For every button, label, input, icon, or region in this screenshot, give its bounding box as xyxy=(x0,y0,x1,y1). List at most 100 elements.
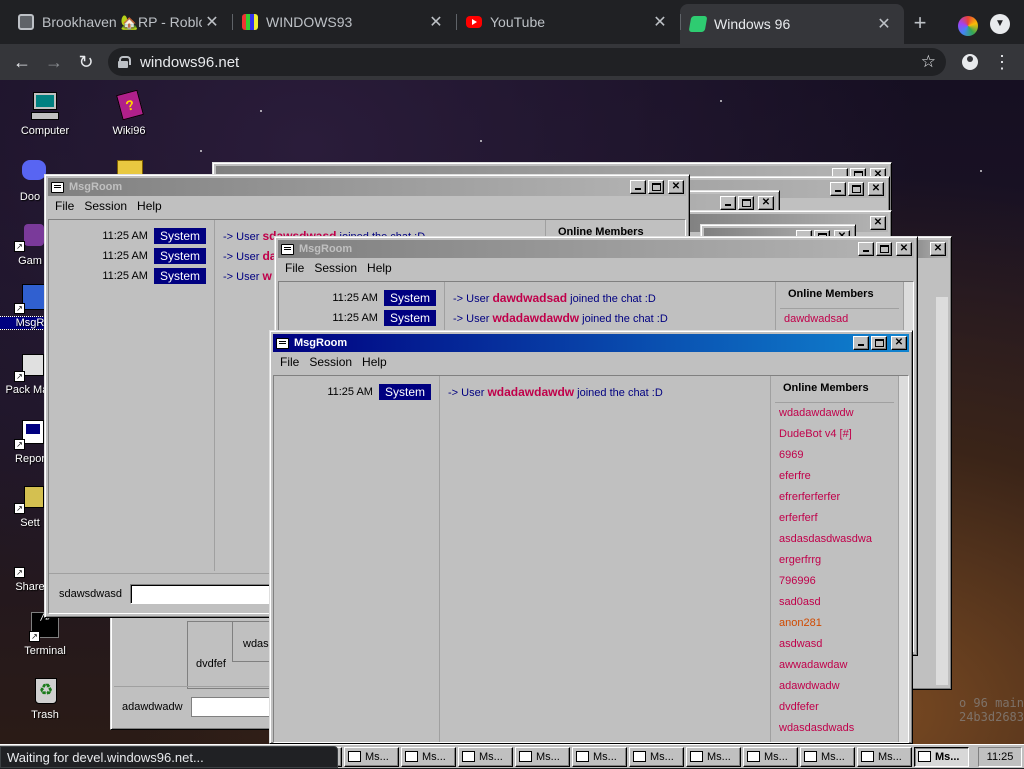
minimize-icon[interactable] xyxy=(630,180,646,194)
close-icon[interactable]: ✕ xyxy=(868,182,884,196)
timestamp-column: 11:25 AM System 11:25 AM System 11:25 AM Sy… xyxy=(49,220,215,571)
taskbar-item-msgroom[interactable]: Ms... xyxy=(572,746,627,767)
computer-icon xyxy=(29,90,61,122)
kebab-menu-icon[interactable]: ⋮ xyxy=(986,46,1018,78)
close-icon[interactable]: ✕ xyxy=(870,216,886,230)
member-item[interactable]: eferfre xyxy=(771,466,898,487)
address-bar[interactable]: windows96.net ☆ xyxy=(108,48,946,76)
message-text: -> User wdadawdawdw joined the chat :D xyxy=(453,311,668,325)
forward-arrow-icon[interactable]: → xyxy=(38,46,70,78)
profile-icon[interactable] xyxy=(954,46,986,78)
taskbar-item-msgroom[interactable]: Ms... xyxy=(686,746,741,767)
star-dot xyxy=(200,150,202,152)
member-item[interactable]: asdwasd xyxy=(771,634,898,655)
reload-icon[interactable]: ↻ xyxy=(70,46,102,78)
menu-file[interactable]: File xyxy=(50,199,79,213)
menu-session[interactable]: Session xyxy=(79,199,132,213)
star-dot xyxy=(720,100,722,102)
minimize-icon[interactable] xyxy=(830,182,846,196)
message-meta: 11:25 AM System xyxy=(49,266,214,286)
member-item[interactable]: asdasdasdwasdwa xyxy=(771,529,898,550)
scrollbar[interactable] xyxy=(936,297,948,685)
desktop-icon-computer[interactable]: Computer xyxy=(10,90,80,137)
roblox-icon xyxy=(18,14,34,30)
taskbar-item-msgroom[interactable]: Ms... xyxy=(629,746,684,767)
taskbar-item-msgroom[interactable]: Ms... xyxy=(344,746,399,767)
tab-youtube[interactable]: YouTube ✕ xyxy=(456,4,680,40)
window-titlebar[interactable]: MsgRoom ✕ xyxy=(278,240,914,258)
chat-bubble-icon xyxy=(861,751,874,762)
close-icon[interactable]: ✕ xyxy=(426,12,446,32)
scrollbar[interactable] xyxy=(898,376,908,742)
member-item[interactable]: 796996 xyxy=(771,571,898,592)
chat-bubble-icon xyxy=(348,751,361,762)
member-item[interactable]: sad0asd xyxy=(771,592,898,613)
discord-icon xyxy=(14,156,46,188)
menu-help[interactable]: Help xyxy=(362,261,397,275)
member-item[interactable]: anon281 xyxy=(771,613,898,634)
star-dot xyxy=(260,110,262,112)
member-item[interactable]: adawdwadw xyxy=(771,676,898,697)
member-item[interactable]: erferferf xyxy=(771,508,898,529)
taskbar-item-msgroom[interactable]: Ms... xyxy=(458,746,513,767)
window-titlebar[interactable]: MsgRoom ✕ xyxy=(48,178,686,196)
member-item[interactable]: wdasdasdwads xyxy=(771,718,898,739)
close-icon[interactable]: ✕ xyxy=(891,336,907,350)
tab-windows96[interactable]: Windows 96 ✕ xyxy=(680,4,904,44)
member-item[interactable]: 6969 xyxy=(771,445,898,466)
minimize-icon[interactable] xyxy=(720,196,736,210)
taskbar-item-msgroom[interactable]: Ms... xyxy=(401,746,456,767)
menu-help[interactable]: Help xyxy=(132,199,167,213)
menu-help[interactable]: Help xyxy=(357,355,392,369)
member-item[interactable]: DudeBot v4 [#] xyxy=(771,424,898,445)
window-title: MsgRoom xyxy=(299,243,353,255)
member-item[interactable]: ergerfrrg xyxy=(771,550,898,571)
menu-file[interactable]: File xyxy=(275,355,304,369)
lock-icon[interactable] xyxy=(118,56,131,68)
menu-session[interactable]: Session xyxy=(309,261,362,275)
maximize-icon[interactable] xyxy=(848,182,864,196)
taskbar-item-msgroom[interactable]: Ms... xyxy=(800,746,855,767)
member-item[interactable]: awwadawdaw xyxy=(771,655,898,676)
close-icon[interactable]: ✕ xyxy=(202,12,222,32)
tab-search-chevron-icon[interactable]: ▼ xyxy=(990,14,1010,34)
taskbar-item-msgroom[interactable]: Ms... xyxy=(743,746,798,767)
back-arrow-icon[interactable]: ← xyxy=(6,46,38,78)
close-icon[interactable]: ✕ xyxy=(650,12,670,32)
window-titlebar[interactable]: MsgRoom ✕ xyxy=(273,334,909,352)
url-text[interactable]: windows96.net xyxy=(140,54,921,71)
bookmark-star-icon[interactable]: ☆ xyxy=(921,52,936,72)
desktop[interactable]: Computer ? Wiki96 Doo ↗ Gam ↗ MsgR ↗ Pac… xyxy=(0,80,1024,744)
close-icon[interactable]: ✕ xyxy=(896,242,912,256)
close-icon[interactable]: ✕ xyxy=(668,180,684,194)
taskbar-item-msgroom[interactable]: Ms... xyxy=(914,746,969,767)
maximize-icon[interactable] xyxy=(871,336,887,350)
tile-name: dvdfef xyxy=(196,658,226,670)
desktop-icon-trash[interactable]: ♻ Trash xyxy=(10,674,80,721)
close-icon[interactable]: ✕ xyxy=(874,14,894,34)
maximize-icon[interactable] xyxy=(876,242,892,256)
msgroom-window-front[interactable]: MsgRoom ✕ File Session Help 11:25 AM Syst… xyxy=(269,330,913,744)
taskbar-item-msgroom[interactable]: Ms... xyxy=(515,746,570,767)
tab-brookhaven[interactable]: Brookhaven 🏡RP - Roblox ✕ xyxy=(8,4,232,40)
member-item[interactable]: dawdwadsad xyxy=(776,309,903,330)
maximize-icon[interactable] xyxy=(648,180,664,194)
taskbar-clock[interactable]: 11:25 xyxy=(978,747,1022,767)
minimize-icon[interactable] xyxy=(858,242,874,256)
taskbar-item-msgroom[interactable]: Ms... xyxy=(857,746,912,767)
chrome-profile-icon[interactable] xyxy=(958,16,978,36)
close-icon[interactable]: ✕ xyxy=(758,196,774,210)
menu-file[interactable]: File xyxy=(280,261,309,275)
tab-windows93[interactable]: WINDOWS93 ✕ xyxy=(232,4,456,40)
desktop-icon-wiki96[interactable]: ? Wiki96 xyxy=(94,89,164,137)
minimize-icon[interactable] xyxy=(853,336,869,350)
shortcut-arrow-icon: ↗ xyxy=(14,303,25,314)
maximize-icon[interactable] xyxy=(738,196,754,210)
settings-icon: ↗ xyxy=(14,482,46,514)
member-item[interactable]: efrerferferfer xyxy=(771,487,898,508)
member-item[interactable]: wdadawdawdw xyxy=(771,403,898,424)
new-tab-button[interactable]: + xyxy=(904,10,936,36)
member-item[interactable]: dvdfefer xyxy=(771,697,898,718)
menu-session[interactable]: Session xyxy=(304,355,357,369)
close-icon[interactable]: ✕ xyxy=(930,242,946,256)
